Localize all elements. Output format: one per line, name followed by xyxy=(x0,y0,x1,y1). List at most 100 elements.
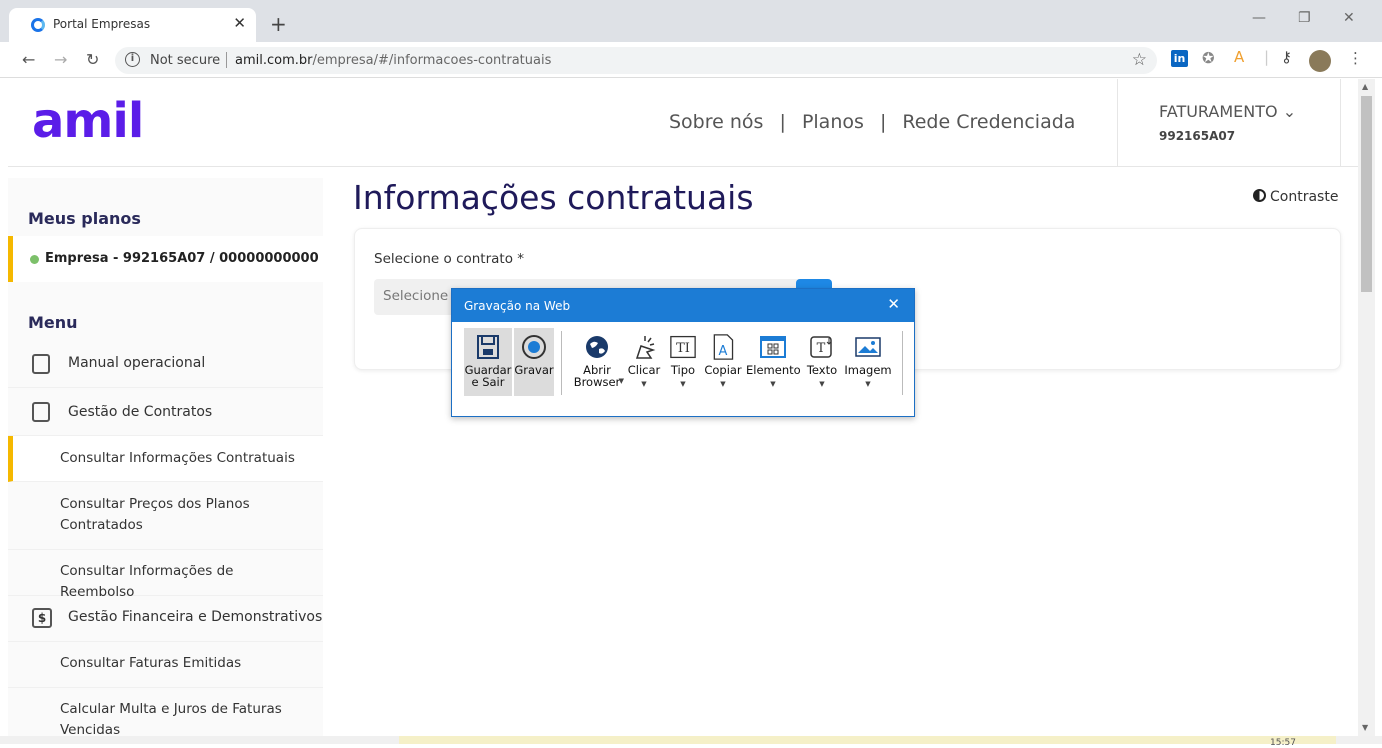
copy-icon: A xyxy=(713,334,734,360)
sidebar-item-label: Calcular Multa e Juros de Faturas Vencid… xyxy=(60,701,282,738)
maximize-icon[interactable]: ❐ xyxy=(1298,10,1311,26)
contrast-toggle[interactable]: Contraste xyxy=(1253,189,1338,205)
sidebar-item-label: Consultar Informações Contratuais xyxy=(60,450,295,466)
popup-title: Gravação na Web xyxy=(464,299,571,313)
browser-tab-bar: Portal Empresas ✕ + — ❐ ✕ xyxy=(0,0,1382,42)
amil-favicon-icon xyxy=(31,18,45,32)
caret-down-icon: ▼ xyxy=(618,377,624,385)
tool-label: Gravar xyxy=(514,363,554,377)
reload-icon[interactable]: ↻ xyxy=(86,50,99,69)
top-navigation: Sobre nós | Planos | Rede Credenciada xyxy=(669,111,1085,133)
page-scrollbar[interactable]: ▲ ▼ xyxy=(1358,79,1375,744)
account-menu[interactable]: FATURAMENTO ⌄ 992165A07 xyxy=(1117,79,1341,167)
caret-down-icon: ▼ xyxy=(720,380,726,388)
back-icon[interactable]: ← xyxy=(22,50,35,69)
new-tab-button[interactable]: + xyxy=(270,12,287,36)
type-button[interactable]: TI Tipo ▼ xyxy=(664,328,702,396)
sidebar-item-label: Manual operacional xyxy=(68,355,206,371)
tab-title: Portal Empresas xyxy=(53,17,151,31)
image-icon xyxy=(855,337,881,357)
record-icon xyxy=(522,335,546,359)
sidebar-item-consultar-faturas[interactable]: Consultar Faturas Emitidas xyxy=(8,642,323,688)
nav-planos[interactable]: Planos xyxy=(802,111,864,133)
sidebar-item-label: Gestão de Contratos xyxy=(68,404,213,420)
plan-label: Empresa - 992165A07 / 00000000000 xyxy=(45,251,319,266)
key-icon[interactable]: ⚷ xyxy=(1281,48,1292,66)
account-name[interactable]: FATURAMENTO ⌄ xyxy=(1159,102,1296,121)
nav-sobre-nos[interactable]: Sobre nós xyxy=(669,111,763,133)
amil-logo[interactable]: amil xyxy=(32,93,144,149)
copy-button[interactable]: A Copiar ▼ xyxy=(704,328,742,396)
element-button[interactable]: Elemento ▼ xyxy=(746,328,801,396)
record-button[interactable]: Gravar xyxy=(514,328,554,396)
scroll-down-icon[interactable]: ▼ xyxy=(1362,723,1368,732)
nav-separator: | xyxy=(779,111,786,133)
menu-heading: Menu xyxy=(28,313,78,332)
tool-label: Imagem xyxy=(844,363,892,377)
element-icon xyxy=(760,336,786,358)
bookmark-star-icon[interactable]: ☆ xyxy=(1132,50,1147,70)
sidebar: Meus planos Empresa - 992165A07 / 000000… xyxy=(8,178,323,744)
click-button[interactable]: Clicar ▼ xyxy=(626,328,662,396)
save-exit-button[interactable]: Guardar e Sair xyxy=(464,328,512,396)
forward-icon[interactable]: → xyxy=(54,50,67,69)
caret-down-icon: ▼ xyxy=(819,380,825,388)
caret-down-icon: ▼ xyxy=(641,380,647,388)
globe-icon xyxy=(586,336,608,358)
plans-heading: Meus planos xyxy=(28,209,141,228)
manual-document-icon xyxy=(32,354,50,374)
status-dot-icon xyxy=(30,255,39,264)
save-icon xyxy=(477,335,499,359)
minimize-icon[interactable]: — xyxy=(1252,10,1266,26)
nav-rede-credenciada[interactable]: Rede Credenciada xyxy=(902,111,1075,133)
sidebar-item-manual-operacional[interactable]: Manual operacional xyxy=(8,340,323,388)
address-bar[interactable]: i Not secure amil.com.br/empresa/#/infor… xyxy=(115,47,1157,74)
contrast-icon xyxy=(1253,189,1266,202)
address-divider xyxy=(226,52,227,68)
profile-avatar[interactable] xyxy=(1309,50,1331,72)
contract-field-label: Selecione o contrato * xyxy=(374,251,525,267)
scroll-thumb[interactable] xyxy=(1361,96,1372,292)
popup-close-icon[interactable]: ✕ xyxy=(887,295,900,313)
tab-close-icon[interactable]: ✕ xyxy=(233,14,246,32)
browser-tab[interactable]: Portal Empresas ✕ xyxy=(9,8,256,42)
svg-text:T: T xyxy=(817,341,826,356)
globe-extension-icon[interactable]: ✪ xyxy=(1202,49,1215,67)
caret-down-icon: ▼ xyxy=(680,380,686,388)
tool-label: Elemento xyxy=(746,363,801,377)
site-header: amil Sobre nós | Planos | Rede Credencia… xyxy=(8,79,1360,167)
browser-toolbar: ← → ↻ i Not secure amil.com.br/empresa/#… xyxy=(0,42,1382,78)
text-icon: T xyxy=(810,336,832,358)
tool-label: Tipo xyxy=(670,363,696,377)
type-icon: TI xyxy=(670,335,696,359)
text-button[interactable]: T Texto ▼ xyxy=(804,328,840,396)
tool-label: Abrir Browser xyxy=(573,363,621,389)
linkedin-extension-icon[interactable]: in xyxy=(1171,50,1188,67)
close-window-icon[interactable]: ✕ xyxy=(1343,10,1355,26)
select-placeholder: Selecione xyxy=(383,288,449,304)
sidebar-item-consultar-informacoes-contratuais[interactable]: Consultar Informações Contratuais xyxy=(8,436,323,482)
sidebar-item-consultar-precos[interactable]: Consultar Preços dos Planos Contratados xyxy=(8,482,323,550)
url-text[interactable]: amil.com.br/empresa/#/informacoes-contra… xyxy=(235,53,551,68)
nav-separator: | xyxy=(879,111,887,133)
taskbar-clock: 15:57 xyxy=(1270,738,1296,748)
scroll-up-icon[interactable]: ▲ xyxy=(1362,82,1368,91)
toolbar-divider xyxy=(902,331,903,395)
menu-kebab-icon[interactable]: ⋮ xyxy=(1348,49,1363,67)
acrobat-extension-icon[interactable]: A xyxy=(1234,48,1244,66)
caret-down-icon: ▼ xyxy=(865,380,871,388)
sidebar-item-label: Consultar Preços dos Planos Contratados xyxy=(60,496,250,533)
sidebar-item-label: Consultar Faturas Emitidas xyxy=(60,655,242,671)
sidebar-item-consultar-reembolso[interactable]: Consultar Informações de Reembolso xyxy=(8,550,323,600)
taskbar-highlight xyxy=(399,736,1336,744)
image-button[interactable]: Imagem ▼ xyxy=(842,328,894,396)
plan-item[interactable]: Empresa - 992165A07 / 00000000000 xyxy=(8,236,323,282)
info-icon[interactable]: i xyxy=(125,52,140,67)
tool-label: Copiar xyxy=(704,363,742,377)
account-id: 992165A07 xyxy=(1159,129,1236,143)
dollar-icon: $ xyxy=(32,608,52,628)
sidebar-item-gestao-contratos[interactable]: Gestão de Contratos xyxy=(8,388,323,436)
web-recording-popup: Gravação na Web ✕ Guardar e Sair Gravar … xyxy=(451,288,915,417)
sidebar-item-gestao-financeira[interactable]: $ Gestão Financeira e Demonstrativos xyxy=(8,596,323,642)
open-browser-button[interactable]: Abrir Browser ▼ xyxy=(568,328,626,396)
